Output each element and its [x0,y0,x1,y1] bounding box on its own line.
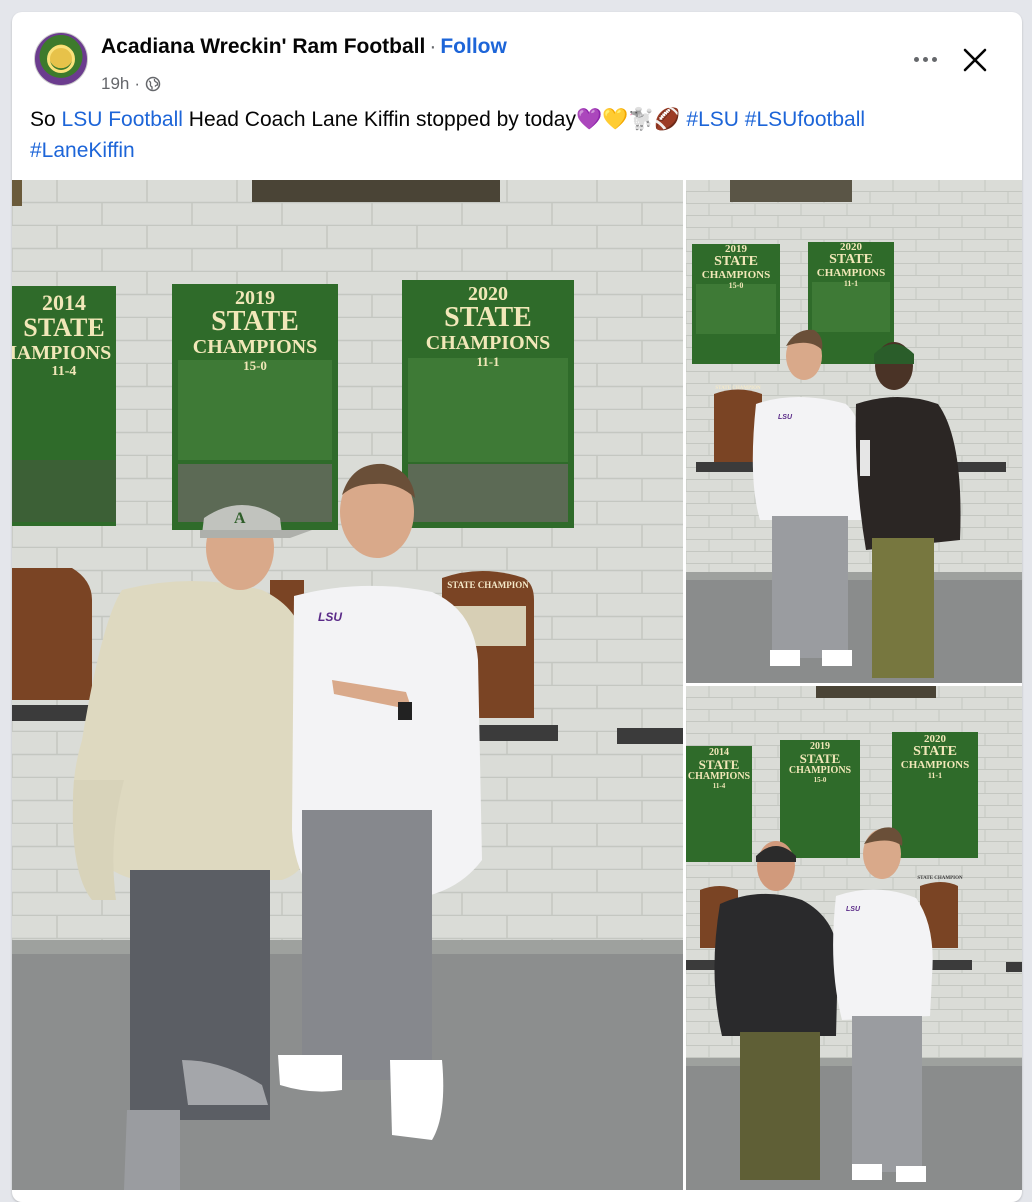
tr-banner-2020-record: 11-1 [843,279,859,288]
banner-2020-line2: CHAMPIONS [425,332,551,354]
br-shirt-logo: LSU [846,906,860,913]
tr-banner-2019-line2: CHAMPIONS [701,269,771,281]
post-header: Acadiana Wreckin' Ram Football · Follow [101,34,507,60]
tr-shirt-logo: LSU [778,414,792,421]
post-photo-top-right[interactable]: 2019 STATE CHAMPIONS 15-0 2020 STATE CHA… [686,180,1022,683]
more-options-icon[interactable] [907,47,943,71]
br-banner-2014: 2014 STATE CHAMPIONS 11-4 [686,748,752,791]
banner-2019-record: 15-0 [243,358,267,373]
lsu-football-link[interactable]: LSU Football [62,108,183,131]
hashtag-lsufootball[interactable]: #LSUfootball [745,108,865,131]
tr-banner-2020-line1: STATE [829,252,873,267]
br-banner-2019-record: 15-0 [813,776,827,784]
banner-2019-line1: STATE [211,306,299,337]
post-meta: 19h · [101,74,161,94]
hashtag-lsu[interactable]: #LSU [686,108,739,131]
br-banner-2014-line1: STATE [698,757,740,772]
br-banner-2020-line2: CHAMPIONS [900,759,970,771]
banner-2014-line2: CHAMPIONS [12,342,112,364]
plaque-label: STATE CHAMPION [447,580,529,590]
tr-plaque-label: STATE CHAMPION [715,386,761,391]
shirt-logo: LSU [318,610,342,624]
post-photo-bottom-right[interactable]: 2014 STATE CHAMPIONS 11-4 2019 STATE CHA… [686,686,1022,1190]
banner-2019-line2: CHAMPIONS [192,336,318,358]
post-text-prefix: So [30,108,62,131]
br-banner-2020: 2020 STATE CHAMPIONS 11-1 [892,734,978,781]
post-card: Acadiana Wreckin' Ram Football · Follow 19… [12,12,1022,1202]
banner-2019: 2019 STATE CHAMPIONS 15-0 [172,288,338,374]
banner-2020-record: 11-1 [476,354,500,369]
br-banner-2020-line1: STATE [913,744,957,759]
banner-2020: 2020 STATE CHAMPIONS 11-1 [402,284,574,370]
br-banner-2014-line2: CHAMPIONS [687,771,751,782]
page-avatar[interactable] [34,32,88,86]
post-photo-main[interactable]: 2014 STATE CHAMPIONS 11-4 2019 STATE CHA… [12,180,683,1190]
post-text: So LSU Football Head Coach Lane Kiffin s… [30,104,990,166]
banner-2019-year: 2019 [235,287,275,309]
tr-banner-2019-line1: STATE [714,254,758,269]
meta-separator: · [134,74,141,93]
br-plaque-label: STATE CHAMPION [917,876,963,881]
hashtag-lanekiffin[interactable]: #LaneKiffin [30,139,135,162]
tr-banner-2020: 2020 STATE CHAMPIONS 11-1 [808,242,894,289]
tr-banner-2020-line2: CHAMPIONS [816,267,886,279]
banner-2014-record: 11-4 [51,364,77,379]
br-banner-2020-record: 11-1 [927,771,943,780]
close-icon[interactable] [960,45,990,75]
br-banner-2019-line2: CHAMPIONS [788,765,852,776]
header-separator: · [429,35,437,58]
tr-banner-2019-record: 15-0 [728,281,744,290]
banner-2014-line1: STATE [23,313,105,342]
page-name-link[interactable]: Acadiana Wreckin' Ram Football [101,35,425,58]
br-banner-2014-record: 11-4 [712,782,726,790]
follow-button[interactable]: Follow [440,35,507,58]
banner-2014-year: 2014 [42,290,86,315]
post-text-body: Head Coach Lane Kiffin stopped by today💜… [182,108,687,131]
br-banner-2019: 2019 STATE CHAMPIONS 15-0 [780,742,860,785]
banner-2014: 2014 STATE CHAMPIONS 11-4 [12,292,116,380]
cap-logo: A [234,510,246,527]
globe-icon [145,76,161,92]
banner-2020-line1: STATE [444,302,532,333]
tr-banner-2019: 2019 STATE CHAMPIONS 15-0 [692,244,780,291]
banner-2020-year: 2020 [468,283,508,305]
br-banner-2019-line1: STATE [799,751,841,766]
post-timestamp[interactable]: 19h [101,74,129,94]
